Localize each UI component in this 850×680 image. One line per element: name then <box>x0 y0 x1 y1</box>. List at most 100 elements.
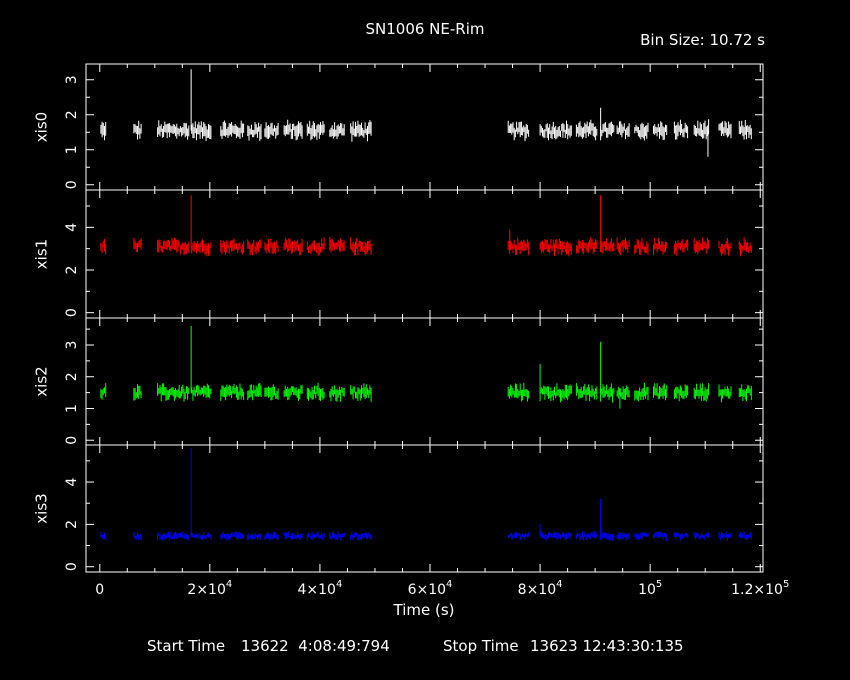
panel-xis1: 0 2 4 xis1 <box>33 189 764 319</box>
panel-xis2: 0 1 2 3 xis2 <box>33 317 764 446</box>
x-tick-label: 8×104 <box>518 579 563 598</box>
data-segment <box>718 384 732 403</box>
data-segment <box>634 382 649 402</box>
data-segment <box>693 383 710 402</box>
data-segment <box>693 237 710 254</box>
data-segment <box>693 119 710 140</box>
bin-size-label: Bin Size: 10.72 s <box>640 31 765 49</box>
y-tick-label: 1 <box>64 404 80 413</box>
data-segment <box>306 120 325 141</box>
light-curve-chart: SN1006 NE-Rim Bin Size: 10.72 s 0 1 2 3 xis0… <box>33 20 790 655</box>
y-tick-label: 2 <box>64 110 80 119</box>
data-segment <box>191 532 212 540</box>
panel-xis3: 0 2 4 xis3 <box>33 444 764 573</box>
data-segment <box>157 237 190 256</box>
data-segment <box>133 237 142 252</box>
data-segment <box>220 531 245 541</box>
data-segment <box>283 385 303 401</box>
data-segment <box>329 531 345 541</box>
data-segment <box>718 531 732 541</box>
data-segment <box>653 531 668 541</box>
data-segment <box>738 531 752 540</box>
data-segment <box>600 383 615 403</box>
data-segment <box>247 383 262 401</box>
footer-stop-label: Stop Time <box>443 637 519 655</box>
data-segment <box>653 237 668 255</box>
data-segment <box>616 385 630 400</box>
y-tick-label: 4 <box>64 223 80 232</box>
series-xis1 <box>100 195 752 257</box>
chart-title: SN1006 NE-Rim <box>366 20 485 38</box>
y-tick-label: 0 <box>64 562 80 571</box>
data-segment <box>283 237 303 256</box>
x-tick-label: 2×104 <box>187 579 232 598</box>
data-segment <box>539 383 572 403</box>
data-segment <box>133 384 142 401</box>
data-segment <box>634 237 649 255</box>
data-segment <box>329 122 345 140</box>
data-segment <box>100 383 107 400</box>
data-segment <box>306 382 325 401</box>
data-segment <box>350 383 372 402</box>
y-tick-label: 4 <box>64 478 80 487</box>
data-segment <box>673 238 689 256</box>
data-segment <box>539 238 572 257</box>
y-axis-label-xis1: xis1 <box>33 239 51 269</box>
data-segment <box>350 531 372 541</box>
data-segment <box>738 237 752 257</box>
data-segment <box>507 382 530 402</box>
data-segment <box>600 121 615 141</box>
data-segment <box>673 119 689 140</box>
data-segment <box>220 238 245 255</box>
data-segment <box>283 531 303 540</box>
data-segment <box>157 120 190 140</box>
y-tick-label: 3 <box>64 75 80 84</box>
data-segment <box>306 237 325 256</box>
x-tick-labels: 0 2×104 4×104 6×104 8×104 105 1.2×105 <box>95 579 789 598</box>
data-segment <box>600 238 615 254</box>
data-segment <box>600 532 615 541</box>
panel-frame-xis3 <box>85 444 764 573</box>
data-segment <box>350 120 372 142</box>
data-segment <box>539 120 572 141</box>
data-segment <box>350 237 372 256</box>
data-segment <box>575 236 598 254</box>
y-axis-label-xis3: xis3 <box>33 493 51 523</box>
data-segment <box>264 384 279 401</box>
data-segment <box>329 236 345 253</box>
data-segment <box>157 531 190 541</box>
data-segment <box>575 119 598 141</box>
data-segment <box>220 383 245 401</box>
data-segment <box>673 384 689 402</box>
data-segment <box>191 239 212 257</box>
data-segment <box>507 120 530 142</box>
series-xis2 <box>100 325 752 409</box>
y-tick-label: 0 <box>64 308 80 317</box>
y-tick-label: 0 <box>64 436 80 445</box>
x-tick-label: 6×104 <box>408 579 453 598</box>
data-segment <box>100 532 107 541</box>
data-segment <box>738 120 752 140</box>
data-segment <box>329 385 345 402</box>
data-segment <box>616 121 630 140</box>
data-segment <box>191 383 212 401</box>
data-segment <box>100 121 107 141</box>
data-segment <box>507 532 530 541</box>
y-axis-label-xis0: xis0 <box>33 112 51 142</box>
data-segment <box>575 531 598 541</box>
y-tick-label: 2 <box>64 372 80 381</box>
data-segment <box>133 532 142 541</box>
data-segment <box>653 383 668 401</box>
data-segment <box>264 238 279 255</box>
x-tick-label: 1.2×105 <box>731 579 789 598</box>
data-segment <box>693 531 710 541</box>
data-segment <box>575 383 598 401</box>
y-tick-label: 2 <box>64 266 80 275</box>
x-tick-label: 4×104 <box>298 579 343 598</box>
data-segment <box>653 121 668 140</box>
data-segment <box>247 532 262 541</box>
panel-frame-xis1 <box>85 189 764 319</box>
data-segment <box>220 120 245 139</box>
footer-start-value: 13622 4:08:49:794 <box>241 637 390 655</box>
y-tick-label: 1 <box>64 145 80 154</box>
